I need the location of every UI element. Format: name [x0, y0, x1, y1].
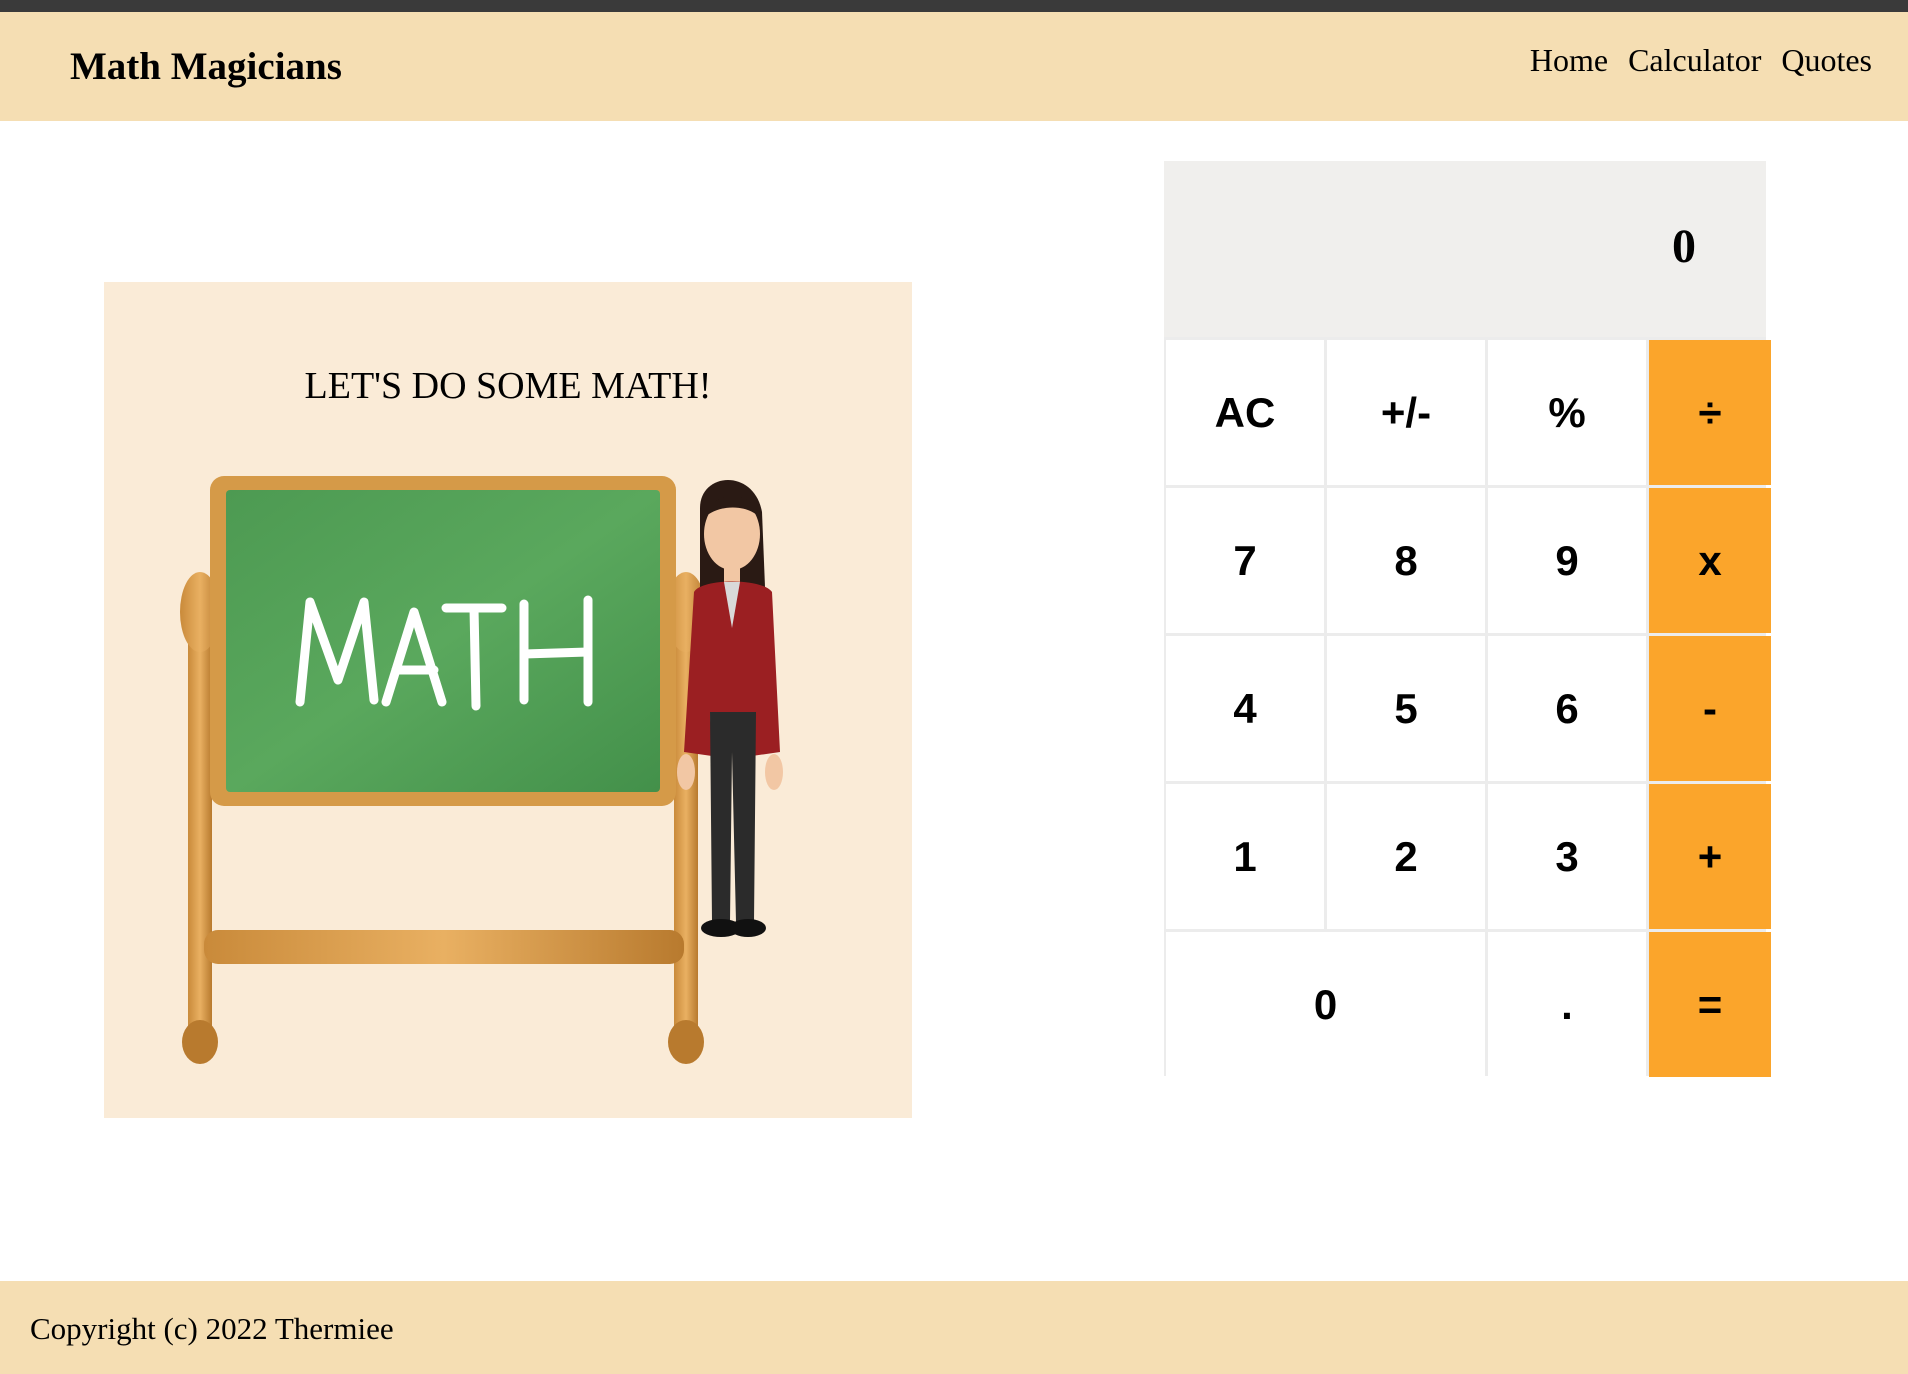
key-add[interactable]: + — [1649, 784, 1771, 929]
key-5[interactable]: 5 — [1327, 636, 1485, 781]
key-decimal[interactable]: . — [1488, 932, 1646, 1077]
teacher-chalkboard-illustration — [180, 476, 783, 1064]
display-value: 0 — [1672, 220, 1696, 273]
key-divide[interactable]: ÷ — [1649, 340, 1771, 485]
key-7[interactable]: 7 — [1166, 488, 1324, 633]
key-ac[interactable]: AC — [1166, 340, 1324, 485]
key-3[interactable]: 3 — [1488, 784, 1646, 929]
nav-links: Home Calculator Quotes — [1530, 42, 1872, 79]
key-1[interactable]: 1 — [1166, 784, 1324, 929]
key-9[interactable]: 9 — [1488, 488, 1646, 633]
key-subtract[interactable]: - — [1649, 636, 1771, 781]
nav-link-calculator[interactable]: Calculator — [1628, 42, 1761, 79]
key-percent[interactable]: % — [1488, 340, 1646, 485]
calculator-display: 0 — [1164, 161, 1766, 337]
easel — [180, 476, 706, 1064]
key-plus-minus[interactable]: +/- — [1327, 340, 1485, 485]
calculator: 0 AC +/- % ÷ 7 8 9 x 4 5 6 - 1 2 3 + 0 .… — [1164, 161, 1771, 1077]
key-0[interactable]: 0 — [1166, 932, 1485, 1077]
key-2[interactable]: 2 — [1327, 784, 1485, 929]
key-8[interactable]: 8 — [1327, 488, 1485, 633]
window-top-edge — [0, 0, 1908, 12]
hero-card: LET'S DO SOME MATH! — [104, 282, 912, 1118]
key-6[interactable]: 6 — [1488, 636, 1646, 781]
footer: Copyright (c) 2022 Thermiee — [0, 1281, 1908, 1374]
key-multiply[interactable]: x — [1649, 488, 1771, 633]
nav-link-home[interactable]: Home — [1530, 42, 1608, 79]
brand-title: Math Magicians — [70, 45, 342, 88]
key-4[interactable]: 4 — [1166, 636, 1324, 781]
nav-link-quotes[interactable]: Quotes — [1781, 42, 1872, 79]
calculator-keypad: AC +/- % ÷ 7 8 9 x 4 5 6 - 1 2 3 + 0 . = — [1164, 337, 1771, 1077]
copyright-text: Copyright (c) 2022 Thermiee — [30, 1311, 394, 1346]
navbar: Math Magicians Home Calculator Quotes — [0, 12, 1908, 121]
key-equals[interactable]: = — [1649, 932, 1771, 1077]
